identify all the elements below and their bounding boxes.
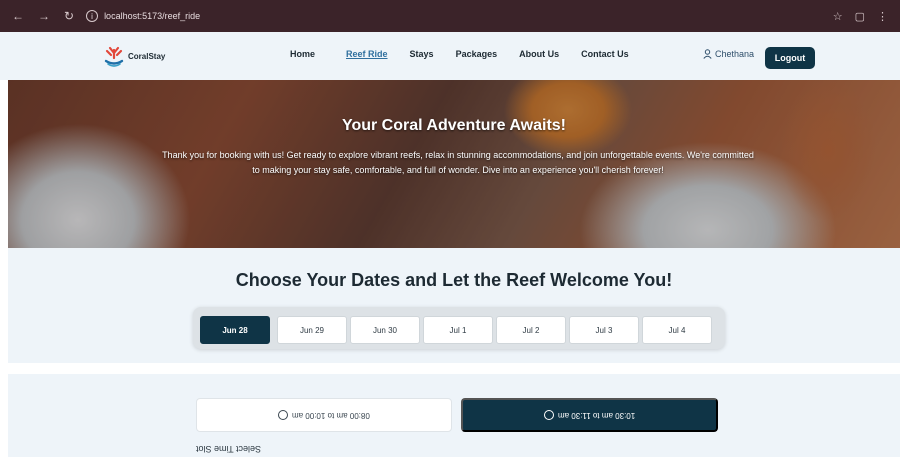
- date-picker: Jun 28 Jun 29 Jun 30 Jul 1 Jul 2 Jul 3 J…: [193, 307, 725, 349]
- date-option[interactable]: Jul 1: [423, 316, 493, 344]
- hero-text: Thank you for booking with us! Get ready…: [162, 150, 754, 175]
- site-header: CoralStay Home Reef Ride Stays Packages …: [0, 32, 900, 80]
- time-slot-heading: Select Time Slot: [196, 444, 262, 454]
- time-slot-option-selected[interactable]: 10:30 am to 11:30 am: [461, 398, 718, 432]
- logout-button[interactable]: Logout: [765, 47, 815, 69]
- date-option[interactable]: Jul 2: [496, 316, 566, 344]
- date-option[interactable]: Jul 3: [569, 316, 639, 344]
- forward-icon[interactable]: →: [38, 9, 50, 23]
- date-option[interactable]: Jun 28: [200, 316, 270, 344]
- url-text: localhost:5173/reef_ride: [104, 11, 201, 21]
- menu-icon[interactable]: ⋮: [877, 10, 888, 23]
- time-slot-section: 08:00 am to 10:00 am 10:30 am to 11:30 a…: [8, 374, 900, 457]
- brand-logo[interactable]: CoralStay: [103, 44, 165, 68]
- nav-about-us[interactable]: About Us: [519, 49, 559, 59]
- nav-home[interactable]: Home: [290, 49, 315, 59]
- user-profile[interactable]: Chethana: [703, 49, 754, 59]
- time-slot-label: 08:00 am to 10:00 am: [292, 410, 370, 420]
- time-slot-option[interactable]: 08:00 am to 10:00 am: [196, 398, 452, 432]
- clock-icon: [278, 410, 289, 420]
- time-slot-label: 10:30 am to 11:30 am: [557, 410, 636, 420]
- nav-contact-us[interactable]: Contact Us: [581, 49, 629, 59]
- clock-icon: [543, 410, 554, 420]
- user-icon: [703, 49, 712, 59]
- date-option[interactable]: Jun 30: [350, 316, 420, 344]
- coral-logo-icon: [104, 46, 124, 67]
- date-option[interactable]: Jul 4: [642, 316, 712, 344]
- brand-name: CoralStay: [128, 51, 166, 61]
- hero-banner: Your Coral Adventure Awaits! Thank you f…: [8, 80, 900, 248]
- site-info-icon[interactable]: i: [86, 10, 99, 22]
- hero-title: Your Coral Adventure Awaits!: [341, 117, 567, 134]
- star-icon[interactable]: ☆: [833, 10, 843, 23]
- date-section-heading: Choose Your Dates and Let the Reef Welco…: [235, 270, 673, 290]
- user-name: Chethana: [715, 49, 755, 59]
- back-icon[interactable]: ←: [12, 9, 24, 23]
- browser-toolbar: ← → ↻ i localhost:5173/reef_ride ☆ ▢ ⋮: [0, 0, 900, 32]
- reload-icon[interactable]: ↻: [64, 9, 74, 23]
- nav-stays[interactable]: Stays: [410, 49, 434, 59]
- date-selection-section: Choose Your Dates and Let the Reef Welco…: [8, 248, 900, 363]
- nav-packages[interactable]: Packages: [456, 49, 498, 59]
- nav-reef-ride[interactable]: Reef Ride: [346, 49, 388, 59]
- extensions-icon[interactable]: ▢: [855, 10, 865, 23]
- date-option[interactable]: Jun 29: [277, 316, 347, 344]
- address-bar[interactable]: i localhost:5173/reef_ride: [86, 10, 200, 22]
- main-nav: Home Reef Ride Stays Packages About Us C…: [290, 49, 629, 59]
